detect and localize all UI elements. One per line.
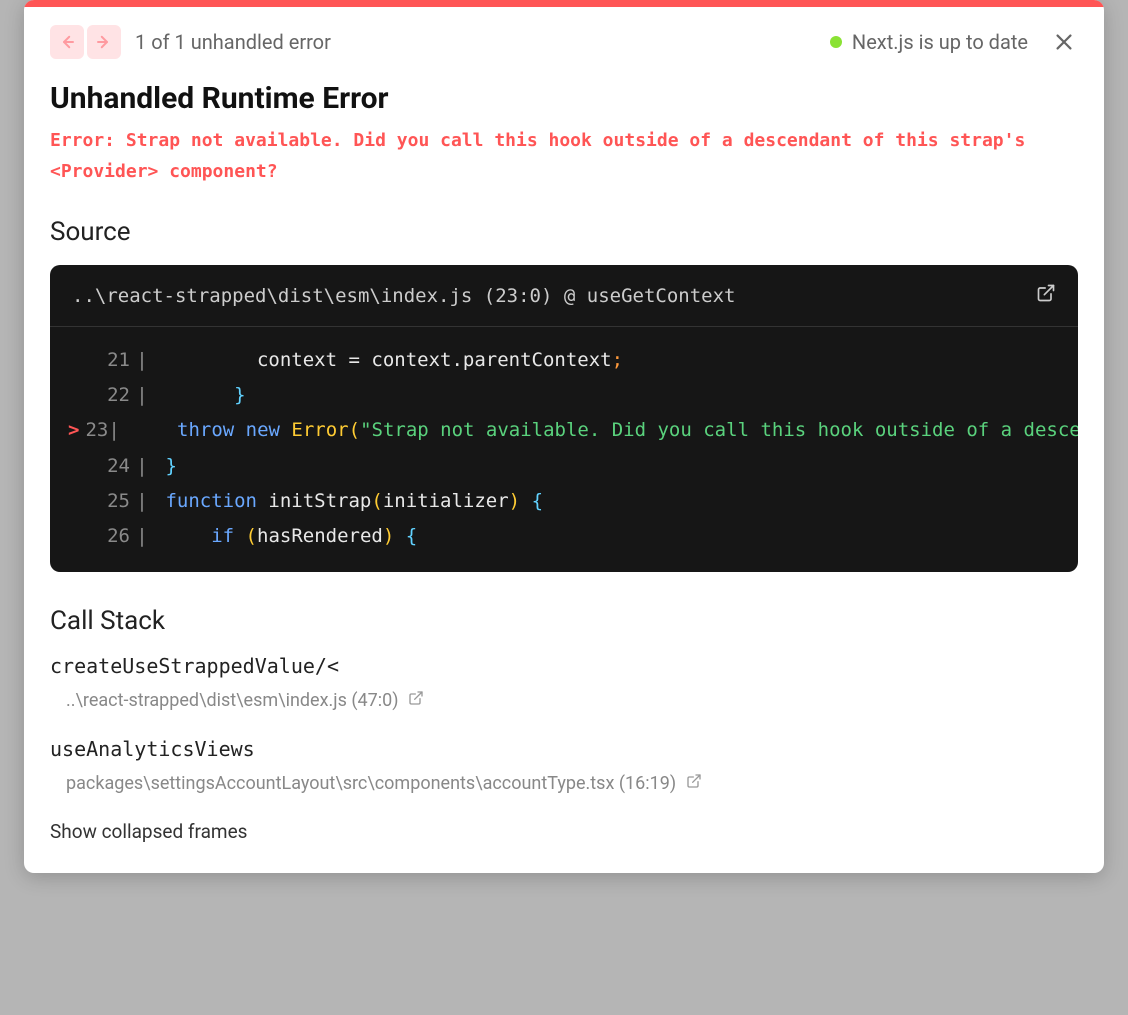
gutter-separator: | [130,484,154,519]
code-line: 22| } [50,378,1078,413]
close-icon [1053,31,1075,53]
prev-error-button[interactable] [50,25,84,59]
code-text: } [154,449,177,484]
arrow-left-icon [58,33,76,51]
code-text: throw new Error("Strap not available. Di… [120,413,1078,448]
stack-frame-path: packages\settingsAccountLayout\src\compo… [66,773,676,794]
error-overlay: 1 of 1 unhandled error Next.js is up to … [24,0,1104,873]
external-link-icon [408,690,424,706]
content: Unhandled Runtime Error Error: Strap not… [24,69,1104,873]
line-number: 24 [90,449,130,484]
source-heading: Source [50,217,1078,247]
source-code[interactable]: 21| context = context.parentContext;22| … [50,327,1078,572]
external-link-icon [1036,283,1056,303]
stack-frame-path: ..\react-strapped\dist\esm\index.js (47:… [66,690,398,711]
gutter-separator: | [108,413,119,448]
stack-frame: createUseStrappedValue/< ..\react-strappe… [50,654,1078,711]
line-number: 21 [90,343,130,378]
gutter-separator: | [130,519,154,554]
error-line-marker [68,378,90,413]
stack-frame-function: createUseStrappedValue/< [50,654,1078,678]
code-text: } [154,378,246,413]
nav-buttons [50,25,121,59]
code-line: >23| throw new Error("Strap not availabl… [50,413,1078,448]
code-line: 25| function initStrap(initializer) { [50,484,1078,519]
close-button[interactable] [1050,28,1078,56]
code-text: function initStrap(initializer) { [154,484,543,519]
build-status: Next.js is up to date [830,30,1028,54]
line-number: 25 [90,484,130,519]
line-number: 22 [90,378,130,413]
accent-bar [24,0,1104,7]
stack-frame-location: ..\react-strapped\dist\esm\index.js (47:… [50,690,1078,711]
stack-frame-location: packages\settingsAccountLayout\src\compo… [50,773,1078,794]
gutter-separator: | [130,378,154,413]
source-file-header: ..\react-strapped\dist\esm\index.js (23:… [50,265,1078,327]
callstack-list: createUseStrappedValue/< ..\react-strappe… [50,654,1078,794]
error-line-marker [68,484,90,519]
code-line: 26| if (hasRendered) { [50,519,1078,554]
error-title: Unhandled Runtime Error [50,81,1078,116]
next-error-button[interactable] [87,25,121,59]
error-line-marker [68,519,90,554]
stack-frame: useAnalyticsViews packages\settingsAccoun… [50,737,1078,794]
open-frame-in-editor-button[interactable] [686,773,702,794]
error-line-marker: > [68,413,85,448]
line-number: 23 [85,413,108,448]
status-dot-icon [830,36,842,48]
code-text: if (hasRendered) { [154,519,417,554]
gutter-separator: | [130,343,154,378]
external-link-icon [686,773,702,789]
error-message: Error: Strap not available. Did you call… [50,126,1078,187]
status-text: Next.js is up to date [852,30,1028,54]
show-collapsed-frames-button[interactable]: Show collapsed frames [50,820,1078,843]
source-panel: ..\react-strapped\dist\esm\index.js (23:… [50,265,1078,572]
code-text: context = context.parentContext; [154,343,623,378]
error-line-marker [68,343,90,378]
arrow-right-icon [95,33,113,51]
open-in-editor-button[interactable] [1036,283,1056,308]
header-row: 1 of 1 unhandled error Next.js is up to … [24,7,1104,69]
gutter-separator: | [130,449,154,484]
line-number: 26 [90,519,130,554]
stack-frame-function: useAnalyticsViews [50,737,1078,761]
source-file-path: ..\react-strapped\dist\esm\index.js (23:… [72,285,1036,307]
callstack-heading: Call Stack [50,606,1078,636]
code-line: 21| context = context.parentContext; [50,343,1078,378]
error-line-marker [68,449,90,484]
error-counter: 1 of 1 unhandled error [135,30,331,54]
open-frame-in-editor-button[interactable] [408,690,424,711]
code-line: 24| } [50,449,1078,484]
